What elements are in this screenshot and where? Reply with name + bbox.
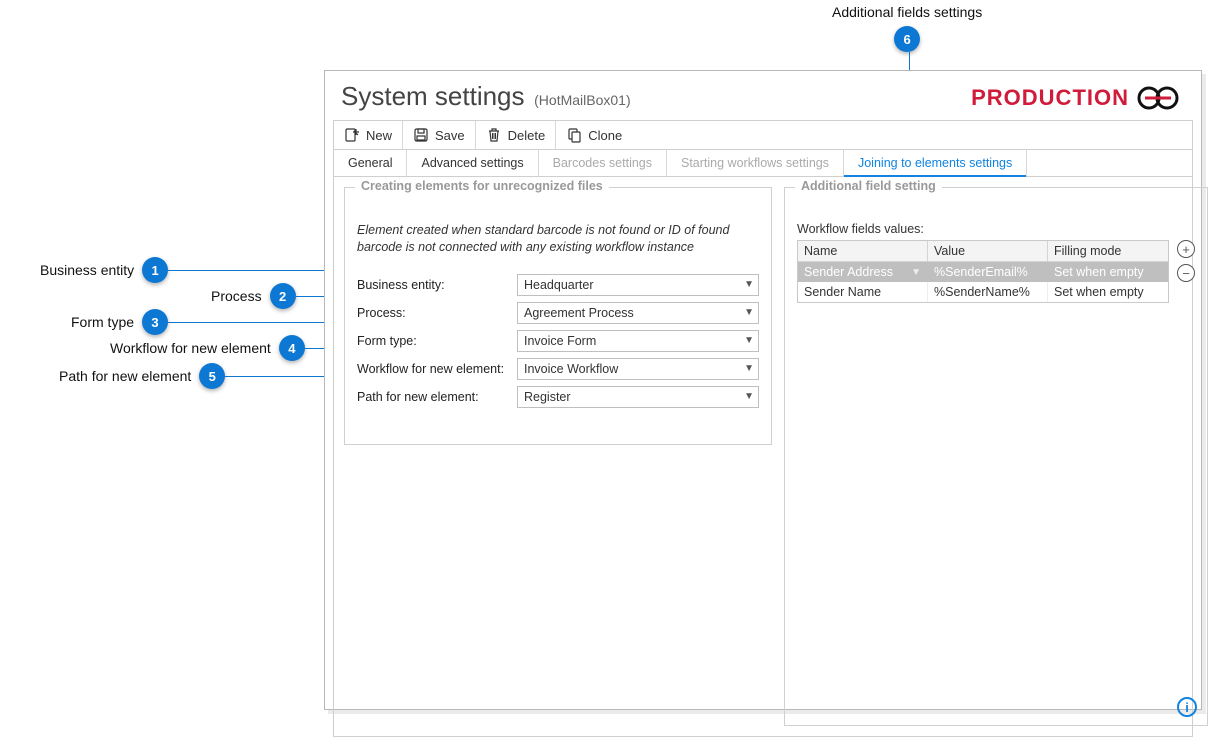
chevron-down-icon[interactable]: ▼ bbox=[911, 267, 921, 278]
callout-label: Business entity bbox=[40, 262, 134, 278]
callout-bubble: 1 bbox=[142, 257, 168, 283]
table-row[interactable]: Sender Address ▼ %SenderEmail% Set when … bbox=[798, 262, 1168, 282]
grid-side-buttons: + − bbox=[1177, 240, 1195, 282]
chevron-down-icon: ▼ bbox=[744, 307, 754, 318]
callout-bubble: 3 bbox=[142, 309, 168, 335]
field-label: Workflow for new element: bbox=[357, 362, 517, 376]
settings-window: System settings (HotMailBox01) PRODUCTIO… bbox=[324, 70, 1202, 710]
fields-grid[interactable]: Name Value Filling mode Sender Address ▼… bbox=[797, 240, 1169, 303]
cell-name: Sender Name bbox=[804, 285, 881, 299]
chevron-down-icon: ▼ bbox=[744, 279, 754, 290]
cell-filling: Set when empty bbox=[1048, 262, 1168, 282]
callout-6: Additional fields settings 6 bbox=[832, 4, 982, 52]
callout-4: Workflow for new element 4 bbox=[110, 335, 305, 361]
creating-elements-panel: Creating elements for unrecognized files… bbox=[344, 187, 772, 445]
callout-2: Process 2 bbox=[211, 283, 296, 309]
chevron-down-icon: ▼ bbox=[744, 391, 754, 402]
tab-starting-workflows[interactable]: Starting workflows settings bbox=[667, 150, 844, 176]
field-label: Path for new element: bbox=[357, 390, 517, 404]
tab-body: Creating elements for unrecognized files… bbox=[333, 177, 1193, 737]
callout-label: Workflow for new element bbox=[110, 340, 271, 356]
toolbar-label: Clone bbox=[588, 128, 622, 143]
field-label: Process: bbox=[357, 306, 517, 320]
dropdown-value: Headquarter bbox=[524, 278, 594, 292]
callout-label: Form type bbox=[71, 314, 134, 330]
field-label: Business entity: bbox=[357, 278, 517, 292]
toolbar-label: Delete bbox=[508, 128, 546, 143]
toolbar-label: Save bbox=[435, 128, 465, 143]
save-button[interactable]: Save bbox=[403, 121, 476, 149]
tab-filler bbox=[1027, 150, 1192, 176]
dropdown-value: Register bbox=[524, 390, 571, 404]
callout-1: Business entity 1 bbox=[40, 257, 168, 283]
field-business-entity: Business entity: Headquarter ▼ bbox=[357, 274, 759, 296]
field-label: Form type: bbox=[357, 334, 517, 348]
window-title-block: System settings (HotMailBox01) bbox=[341, 81, 631, 112]
cell-filling: Set when empty bbox=[1048, 282, 1168, 302]
tab-general[interactable]: General bbox=[334, 150, 407, 176]
process-dropdown[interactable]: Agreement Process ▼ bbox=[517, 302, 759, 324]
info-icon: i bbox=[1185, 700, 1189, 715]
clone-button[interactable]: Clone bbox=[556, 121, 632, 149]
tab-bar: General Advanced settings Barcodes setti… bbox=[333, 150, 1193, 177]
table-row[interactable]: Sender Name %SenderName% Set when empty bbox=[798, 282, 1168, 302]
environment-badge: PRODUCTION bbox=[971, 85, 1179, 111]
field-workflow: Workflow for new element: Invoice Workfl… bbox=[357, 358, 759, 380]
dropdown-value: Invoice Form bbox=[524, 334, 596, 348]
field-path: Path for new element: Register ▼ bbox=[357, 386, 759, 408]
info-button[interactable]: i bbox=[1177, 697, 1197, 717]
form-type-dropdown[interactable]: Invoice Form ▼ bbox=[517, 330, 759, 352]
workflow-dropdown[interactable]: Invoice Workflow ▼ bbox=[517, 358, 759, 380]
cell-value: %SenderName% bbox=[928, 282, 1048, 302]
panel-description: Element created when standard barcode is… bbox=[357, 222, 759, 256]
tab-joining-elements[interactable]: Joining to elements settings bbox=[844, 150, 1027, 176]
col-value[interactable]: Value bbox=[928, 241, 1048, 262]
business-entity-dropdown[interactable]: Headquarter ▼ bbox=[517, 274, 759, 296]
callout-bubble: 6 bbox=[894, 26, 920, 52]
toolbar-label: New bbox=[366, 128, 392, 143]
path-dropdown[interactable]: Register ▼ bbox=[517, 386, 759, 408]
plus-icon: + bbox=[1182, 243, 1190, 256]
panel-title: Additional field setting bbox=[795, 179, 942, 193]
chevron-down-icon: ▼ bbox=[744, 335, 754, 346]
environment-label: PRODUCTION bbox=[971, 85, 1129, 111]
toolbar: New Save Delete Clone bbox=[333, 120, 1193, 150]
callout-bubble: 2 bbox=[270, 283, 296, 309]
trash-icon bbox=[486, 127, 502, 143]
additional-field-panel: Additional field setting Workflow fields… bbox=[784, 187, 1208, 726]
grid-with-buttons: Name Value Filling mode Sender Address ▼… bbox=[797, 240, 1195, 303]
remove-row-button[interactable]: − bbox=[1177, 264, 1195, 282]
field-form-type: Form type: Invoice Form ▼ bbox=[357, 330, 759, 352]
page-subtitle: (HotMailBox01) bbox=[534, 92, 630, 108]
clone-icon bbox=[566, 127, 582, 143]
logo-icon bbox=[1137, 86, 1179, 110]
callout-label: Additional fields settings bbox=[832, 4, 982, 20]
grid-header: Name Value Filling mode bbox=[798, 241, 1168, 262]
window-header: System settings (HotMailBox01) PRODUCTIO… bbox=[325, 71, 1201, 118]
add-row-button[interactable]: + bbox=[1177, 240, 1195, 258]
save-icon bbox=[413, 127, 429, 143]
dropdown-value: Agreement Process bbox=[524, 306, 634, 320]
col-name[interactable]: Name bbox=[798, 241, 928, 262]
new-icon bbox=[344, 127, 360, 143]
col-filling[interactable]: Filling mode bbox=[1048, 241, 1168, 262]
cell-value: %SenderEmail% bbox=[928, 262, 1048, 282]
minus-icon: − bbox=[1182, 267, 1190, 280]
callout-5: Path for new element 5 bbox=[59, 363, 225, 389]
chevron-down-icon: ▼ bbox=[744, 363, 754, 374]
panel-title: Creating elements for unrecognized files bbox=[355, 179, 609, 193]
cell-name: Sender Address bbox=[804, 265, 893, 279]
list-label: Workflow fields values: bbox=[797, 222, 1195, 236]
callout-3: Form type 3 bbox=[71, 309, 168, 335]
page-title: System settings bbox=[341, 81, 525, 111]
delete-button[interactable]: Delete bbox=[476, 121, 557, 149]
callout-label: Path for new element bbox=[59, 368, 191, 384]
tab-advanced[interactable]: Advanced settings bbox=[407, 150, 538, 176]
tab-barcodes[interactable]: Barcodes settings bbox=[539, 150, 667, 176]
dropdown-value: Invoice Workflow bbox=[524, 362, 618, 376]
field-process: Process: Agreement Process ▼ bbox=[357, 302, 759, 324]
callout-label: Process bbox=[211, 288, 262, 304]
new-button[interactable]: New bbox=[334, 121, 403, 149]
